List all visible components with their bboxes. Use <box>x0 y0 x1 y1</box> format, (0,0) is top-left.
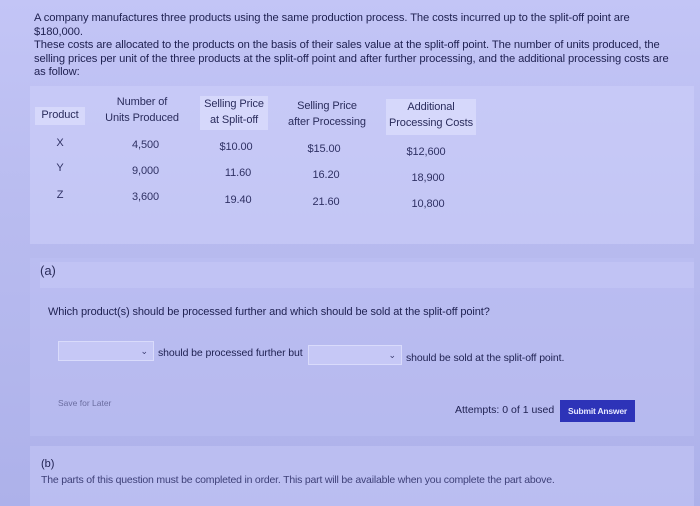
cell-additional-cost: $12,600 <box>406 146 446 158</box>
header-split-line1: Selling Price <box>204 98 264 110</box>
processed-further-text: should be processed further but <box>158 347 303 359</box>
intro-line: These costs are allocated to the product… <box>34 39 660 51</box>
intro-line: as follow: <box>34 66 80 78</box>
header-units-line1: Number of <box>116 96 168 108</box>
header-product-label: Product <box>41 109 79 121</box>
cell-after-price: $15.00 <box>307 143 341 155</box>
part-a-question: Which product(s) should be processed fur… <box>48 306 490 318</box>
cell-units: 4,500 <box>131 139 160 151</box>
part-b-message: The parts of this question must be compl… <box>41 474 555 486</box>
header-split-price: Selling Price at Split-off <box>200 96 268 130</box>
chevron-down-icon: ⌄ <box>388 350 396 360</box>
part-a-header-band <box>40 262 694 288</box>
cell-units: 9,000 <box>131 165 160 177</box>
part-b-label: (b) <box>41 458 55 470</box>
attempts-counter: Attempts: 0 of 1 used <box>455 404 555 416</box>
cell-after-price: 21.60 <box>312 196 340 208</box>
header-after-line2: after Processing <box>288 116 366 128</box>
header-additional-costs: Additional Processing Costs <box>386 99 476 135</box>
sold-at-split-off-text: should be sold at the split-off point. <box>406 352 565 364</box>
header-units-line2: Units Produced <box>105 112 179 124</box>
sold-at-split-off-select[interactable]: ⌄ <box>308 345 402 365</box>
cell-split-price: 19.40 <box>224 194 252 206</box>
intro-line: selling prices per unit of the three pro… <box>34 52 669 65</box>
header-addl-line2: Processing Costs <box>389 117 473 129</box>
part-a-label: (a) <box>40 263 56 278</box>
cell-split-price: 11.60 <box>224 167 252 179</box>
cell-product: X <box>56 137 64 149</box>
page-background: A company manufactures three products us… <box>0 0 700 506</box>
header-after-line1: Selling Price <box>297 100 357 112</box>
cell-additional-cost: 18,900 <box>411 172 445 184</box>
cell-split-price: $10.00 <box>219 141 253 153</box>
cell-units: 3,600 <box>131 191 160 203</box>
header-units: Number of Units Produced <box>100 94 184 126</box>
header-after-price: Selling Price after Processing <box>282 98 372 130</box>
save-for-later-button[interactable]: Save for Later <box>58 398 111 408</box>
header-split-line2: at Split-off <box>209 114 259 126</box>
cell-after-price: 16.20 <box>312 169 340 181</box>
cell-product: Y <box>56 162 64 174</box>
cell-product: Z <box>56 189 64 201</box>
submit-answer-button[interactable]: Submit Answer <box>560 400 635 422</box>
chevron-down-icon: ⌄ <box>140 346 148 356</box>
problem-statement: A company manufactures three products us… <box>34 12 674 80</box>
header-product: Product <box>35 107 85 125</box>
header-addl-line1: Additional <box>407 101 455 113</box>
intro-line: A company manufactures three products us… <box>34 12 630 38</box>
processed-further-select[interactable]: ⌄ <box>58 341 154 361</box>
cell-additional-cost: 10,800 <box>411 198 445 210</box>
